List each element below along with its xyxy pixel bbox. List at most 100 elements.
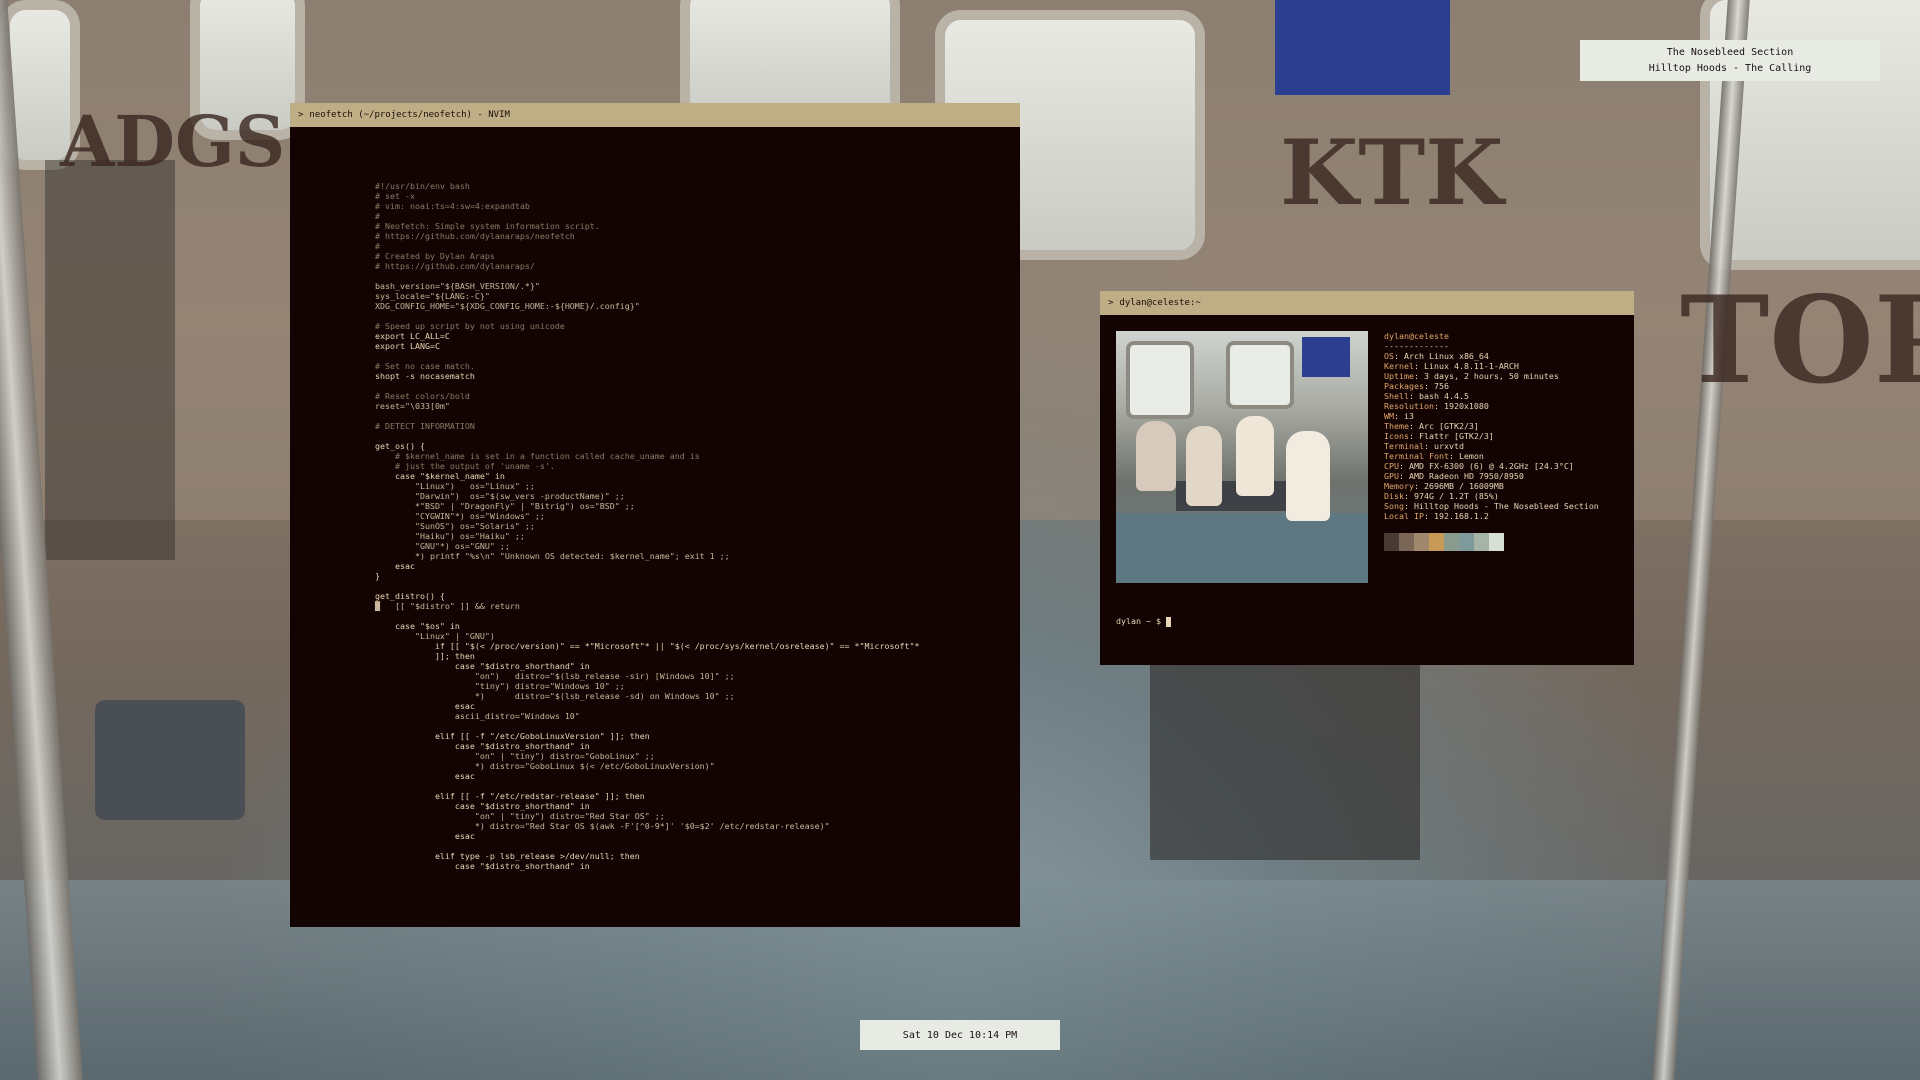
code-line[interactable]: # just the output of 'uname -s'.	[375, 461, 1010, 471]
info-key: Uptime	[1384, 371, 1414, 381]
shell-prompt[interactable]: dylan ~ $	[1116, 616, 1171, 627]
code-line[interactable]: sys_locale="${LANG:-C}"	[375, 291, 1010, 301]
code-line[interactable]: case "$distro_shorthand" in	[375, 741, 1010, 751]
code-line[interactable]: "Darwin") os="$(sw_vers -productName)" ;…	[375, 491, 1010, 501]
code-line[interactable]	[375, 411, 1010, 421]
code-line[interactable]: *"BSD" | "DragonFly" | "Bitrig") os="BSD…	[375, 501, 1010, 511]
code-line[interactable]	[375, 581, 1010, 591]
code-line[interactable]: # $kernel_name is set in a function call…	[375, 451, 1010, 461]
notification-line-1: The Nosebleed Section	[1666, 46, 1794, 58]
code-line[interactable]: "Linux") os="Linux" ;;	[375, 481, 1010, 491]
code-line[interactable]: "Linux" | "GNU")	[375, 631, 1010, 641]
code-line[interactable]: esac	[375, 831, 1010, 841]
code-line[interactable]: # DETECT INFORMATION	[375, 421, 1010, 431]
info-key: Song	[1384, 501, 1404, 511]
code-line[interactable]: }	[375, 571, 1010, 581]
code-line[interactable]: "on") distro="$(lsb_release -sir) [Windo…	[375, 671, 1010, 681]
info-key: Shell	[1384, 391, 1409, 401]
code-line[interactable]	[375, 781, 1010, 791]
code-line[interactable]: "GNU"*) os="GNU" ;;	[375, 541, 1010, 551]
code-line[interactable]: *) distro="Red Star OS $(awk -F'[^0-9*]'…	[375, 821, 1010, 831]
code-line[interactable]: case "$distro_shorthand" in	[375, 861, 1010, 871]
code-line[interactable]: "SunOS") os="Solaris" ;;	[375, 521, 1010, 531]
code-line[interactable]: # vim: noai:ts=4:sw=4:expandtab	[375, 201, 1010, 211]
code-line[interactable]: "on" | "tiny") distro="GoboLinux" ;;	[375, 751, 1010, 761]
code-line[interactable]: XDG_CONFIG_HOME="${XDG_CONFIG_HOME:-${HO…	[375, 301, 1010, 311]
code-line[interactable]: export LANG=C	[375, 341, 1010, 351]
nvim-title: neofetch (~/projects/neofetch) - NVIM	[309, 110, 510, 120]
code-line[interactable]: # Created by Dylan Araps	[375, 251, 1010, 261]
code-line[interactable]: #!/usr/bin/env bash	[375, 181, 1010, 191]
code-line[interactable]	[375, 271, 1010, 281]
code-line[interactable]: # Set no case match.	[375, 361, 1010, 371]
info-value: 192.168.1.2	[1433, 511, 1489, 521]
code-line[interactable]: # Neofetch: Simple system information sc…	[375, 221, 1010, 231]
palette-swatch	[1384, 533, 1399, 551]
code-editor[interactable]: #!/usr/bin/env bash # set -x # vim: noai:t…	[375, 181, 1010, 871]
code-line[interactable]: *) distro="$(lsb_release -sd) on Windows…	[375, 691, 1010, 701]
code-line[interactable]	[375, 841, 1010, 851]
info-value: Hilltop Hoods - The Nosebleed Section	[1413, 501, 1599, 511]
info-key: WM	[1384, 411, 1394, 421]
code-line[interactable]: get_os() {	[375, 441, 1010, 451]
code-line[interactable]	[375, 311, 1010, 321]
code-line[interactable]: elif [[ -f "/etc/redstar-release" ]]; th…	[375, 791, 1010, 801]
info-row: Song: Hilltop Hoods - The Nosebleed Sect…	[1384, 501, 1599, 511]
info-value: Arc [GTK2/3]	[1418, 421, 1479, 431]
nvim-window[interactable]: > neofetch (~/projects/neofetch) - NVIM …	[290, 103, 1020, 927]
title-prompt-icon: >	[1108, 298, 1114, 308]
terminal-titlebar[interactable]: > dylan@celeste:~	[1100, 291, 1634, 315]
code-line[interactable]: esac	[375, 561, 1010, 571]
code-line[interactable]: bash_version="${BASH_VERSION/.*}"	[375, 281, 1010, 291]
code-line[interactable]: *) distro="GoboLinux $(< /etc/GoboLinuxV…	[375, 761, 1010, 771]
code-line[interactable]	[375, 721, 1010, 731]
code-line[interactable]: elif type -p lsb_release >/dev/null; the…	[375, 851, 1010, 861]
code-line[interactable]: #	[375, 211, 1010, 221]
code-line[interactable]: # Reset colors/bold	[375, 391, 1010, 401]
code-line[interactable]: esac	[375, 701, 1010, 711]
info-row: GPU: AMD Radeon HD 7950/8950	[1384, 471, 1524, 481]
code-line[interactable]: get_distro() {	[375, 591, 1010, 601]
code-line[interactable]	[375, 381, 1010, 391]
code-line[interactable]: "on" | "tiny") distro="Red Star OS" ;;	[375, 811, 1010, 821]
info-value: 756	[1433, 381, 1449, 391]
code-line[interactable]: ascii_distro="Windows 10"	[375, 711, 1010, 721]
code-line[interactable]: esac	[375, 771, 1010, 781]
info-row: Disk: 974G / 1.2T (85%)	[1384, 491, 1499, 501]
clock-text: Sat 10 Dec 10:14 PM	[902, 1029, 1018, 1041]
code-line[interactable]	[375, 431, 1010, 441]
code-line[interactable]: ]]; then	[375, 651, 1010, 661]
info-key: GPU	[1384, 471, 1399, 481]
code-line[interactable]: shopt -s nocasematch	[375, 371, 1010, 381]
info-row: Resolution: 1920x1080	[1384, 401, 1489, 411]
code-line[interactable]	[375, 351, 1010, 361]
code-line[interactable]: case "$distro_shorthand" in	[375, 801, 1010, 811]
terminal-window[interactable]: > dylan@celeste:~ dylan@celeste --------…	[1100, 291, 1634, 665]
code-line[interactable]: "tiny") distro="Windows 10" ;;	[375, 681, 1010, 691]
terminal-title: dylan@celeste:~	[1119, 298, 1201, 308]
code-line[interactable]: case "$kernel_name" in	[375, 471, 1010, 481]
code-line[interactable]: reset="\033[0m"	[375, 401, 1010, 411]
info-key: Terminal	[1384, 441, 1424, 451]
code-line[interactable]: # set -x	[375, 191, 1010, 201]
info-value: 2696MB / 16009MB	[1423, 481, 1504, 491]
code-line[interactable]: *) printf "%s\n" "Unknown OS detected: $…	[375, 551, 1010, 561]
nvim-titlebar[interactable]: > neofetch (~/projects/neofetch) - NVIM	[290, 103, 1020, 127]
code-line[interactable]	[375, 611, 1010, 621]
info-value: Linux 4.8.11-1-ARCH	[1423, 361, 1519, 371]
code-line[interactable]: export LC_ALL=C	[375, 331, 1010, 341]
code-line[interactable]: # Speed up script by not using unicode	[375, 321, 1010, 331]
code-line[interactable]: █ [[ "$distro" ]] && return	[375, 601, 1010, 611]
code-line[interactable]: # https://github.com/dylanaraps/neofetch	[375, 231, 1010, 241]
code-line[interactable]: case "$os" in	[375, 621, 1010, 631]
info-value: 974G / 1.2T (85%)	[1413, 491, 1499, 501]
info-key: Memory	[1384, 481, 1414, 491]
code-line[interactable]: if [[ "$(< /proc/version)" == *"Microsof…	[375, 641, 1010, 651]
code-line[interactable]: "Haiku") os="Haiku" ;;	[375, 531, 1010, 541]
code-line[interactable]: # https://github.com/dylanaraps/	[375, 261, 1010, 271]
code-line[interactable]: case "$distro_shorthand" in	[375, 661, 1010, 671]
code-line[interactable]: #	[375, 241, 1010, 251]
code-line[interactable]: "CYGWIN"*) os="Windows" ;;	[375, 511, 1010, 521]
code-line[interactable]: elif [[ -f "/etc/GoboLinuxVersion" ]]; t…	[375, 731, 1010, 741]
system-info: dylan@celeste ------------- OS: Arch Lin…	[1384, 331, 1599, 551]
